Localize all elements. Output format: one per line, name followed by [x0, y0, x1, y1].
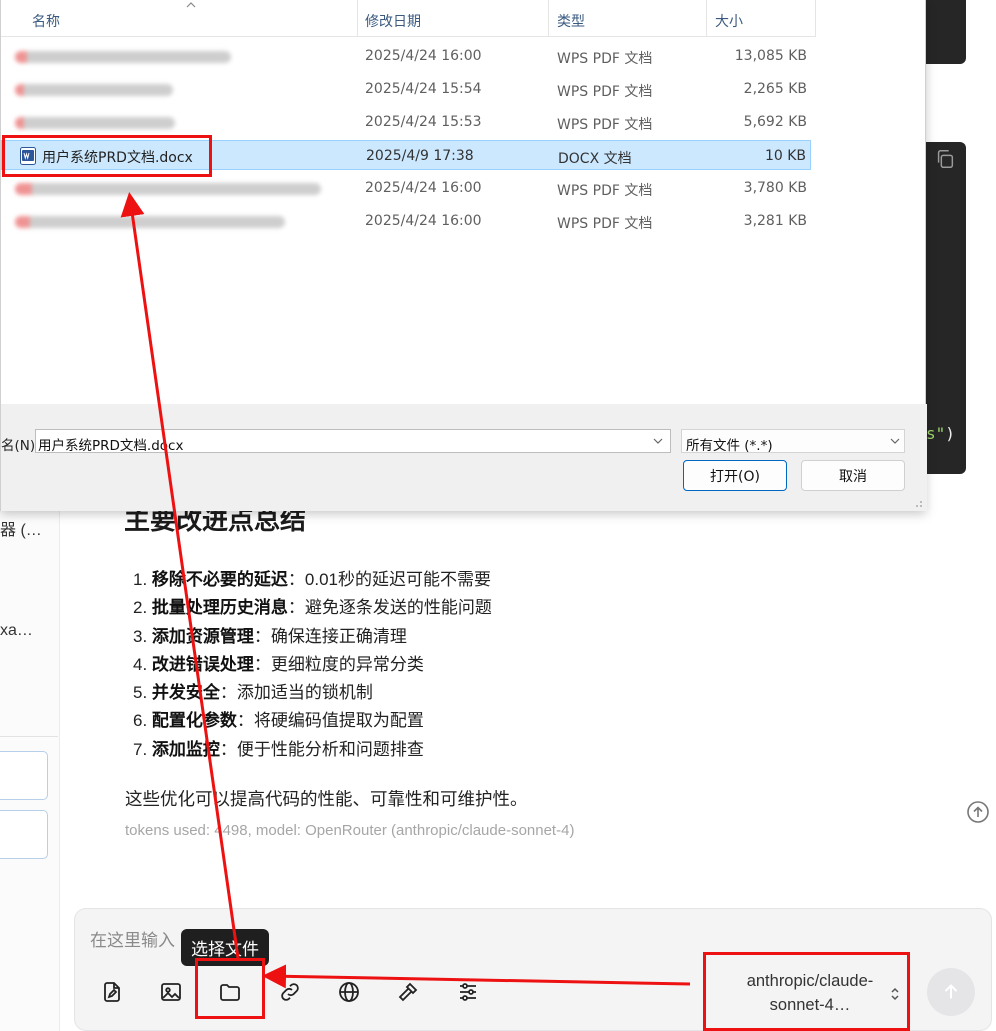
dialog-footer	[1, 404, 927, 511]
folder-icon	[220, 984, 240, 1001]
file-open-dialog: 名称 修改日期 类型 大小 2025/4/24 16:00 WPS PDF 文档…	[0, 0, 927, 511]
file-row[interactable]: 2025/4/24 16:00 WPS PDF 文档 3,281 KB	[1, 206, 811, 236]
select-file-tooltip: 选择文件	[181, 929, 269, 966]
filename-label: 名(N):	[1, 438, 40, 454]
list-item: 2. 批量处理历史消息：避免逐条发送的性能问题	[133, 598, 492, 618]
hammer-icon	[398, 982, 418, 1002]
filename-input[interactable]: 用户系统PRD文档.docx	[35, 429, 671, 454]
image-icon	[161, 983, 181, 1001]
improvement-list: 1. 移除不必要的延迟：0.01秒的延迟可能不需要 2. 批量处理历史消息：避免…	[133, 566, 492, 764]
cancel-button[interactable]: 取消	[801, 460, 905, 491]
list-item: 4. 改进错误处理：更细粒度的异常分类	[133, 654, 424, 674]
resize-grip-icon[interactable]	[911, 496, 923, 508]
send-button[interactable]	[927, 968, 975, 1016]
token-info: tokens used: 4498, model: OpenRouter (an…	[125, 822, 575, 839]
sidebar-item-2[interactable]: xa…	[0, 622, 33, 640]
list-item: 7. 添加监控：便于性能分析和问题排查	[133, 739, 424, 759]
list-item: 1. 移除不必要的延迟：0.01秒的延迟可能不需要	[133, 570, 492, 589]
column-separator[interactable]	[815, 0, 816, 37]
list-item: 6. 配置化参数：将硬编码值提取为配置	[133, 711, 424, 731]
code-snippet: s")	[926, 424, 955, 443]
redacted-filename	[15, 216, 285, 228]
column-separator[interactable]	[357, 0, 358, 37]
list-item: 5. 并发安全：添加适当的锁机制	[133, 683, 373, 703]
column-separator[interactable]	[706, 0, 707, 37]
column-type[interactable]: 类型	[557, 11, 585, 31]
file-type-filter[interactable]: 所有文件 (*.*)	[681, 429, 905, 454]
column-date[interactable]: 修改日期	[365, 11, 421, 31]
file-row[interactable]: 2025/4/24 15:54 WPS PDF 文档 2,265 KB	[1, 74, 811, 104]
chevron-updown-icon	[891, 987, 899, 1001]
column-separator[interactable]	[548, 0, 549, 37]
redacted-filename	[15, 51, 231, 63]
image-button[interactable]	[153, 974, 189, 1010]
file-list-header: 名称 修改日期 类型 大小	[1, 0, 816, 37]
link-icon	[281, 983, 299, 1001]
model-label: anthropic/claude-sonnet-4…	[746, 972, 874, 1014]
tools-button[interactable]	[390, 974, 426, 1010]
settings-button[interactable]	[450, 974, 486, 1010]
globe-icon	[339, 982, 359, 1002]
chevron-down-icon[interactable]	[652, 436, 664, 446]
file-row-selected[interactable]: 用户系统PRD文档.docx 2025/4/9 17:38 DOCX 文档 10…	[1, 140, 811, 170]
web-search-button[interactable]	[331, 974, 367, 1010]
sliders-icon	[460, 983, 476, 1001]
sidebar-item-1[interactable]: 器 (…	[0, 516, 42, 540]
list-item: 3. 添加资源管理：确保连接正确清理	[133, 626, 407, 646]
sidebar-divider	[0, 736, 58, 737]
redacted-filename	[15, 117, 175, 129]
sidebar-card-2[interactable]	[0, 810, 48, 859]
conclusion-text: 这些优化可以提高代码的性能、可靠性和可维护性。	[125, 789, 528, 809]
copy-icon[interactable]	[934, 148, 956, 170]
column-name[interactable]: 名称	[32, 11, 60, 31]
file-name: 用户系统PRD文档.docx	[42, 150, 193, 166]
code-block-top	[920, 0, 966, 64]
file-edit-button[interactable]	[94, 974, 130, 1010]
message-input[interactable]: 在这里输入	[90, 926, 175, 951]
open-button[interactable]: 打开(O)	[683, 460, 787, 491]
sort-caret-icon	[186, 2, 196, 8]
model-selector[interactable]: anthropic/claude-sonnet-4…	[712, 960, 908, 1026]
link-button[interactable]	[272, 974, 308, 1010]
file-edit-icon	[104, 982, 120, 1002]
word-document-icon	[20, 147, 36, 165]
file-row[interactable]: 2025/4/24 15:53 WPS PDF 文档 5,692 KB	[1, 107, 811, 137]
arrow-up-icon	[944, 984, 958, 999]
column-size[interactable]: 大小	[715, 11, 743, 31]
sidebar-card-1[interactable]	[0, 751, 48, 800]
file-row[interactable]: 2025/4/24 16:00 WPS PDF 文档 13,085 KB	[1, 41, 811, 71]
select-file-button[interactable]	[212, 974, 248, 1010]
chevron-down-icon[interactable]	[889, 436, 901, 446]
file-row[interactable]: 2025/4/24 16:00 WPS PDF 文档 3,780 KB	[1, 173, 811, 203]
redacted-filename	[15, 84, 173, 96]
redacted-filename	[15, 183, 321, 195]
scroll-to-top-icon[interactable]	[966, 800, 990, 824]
